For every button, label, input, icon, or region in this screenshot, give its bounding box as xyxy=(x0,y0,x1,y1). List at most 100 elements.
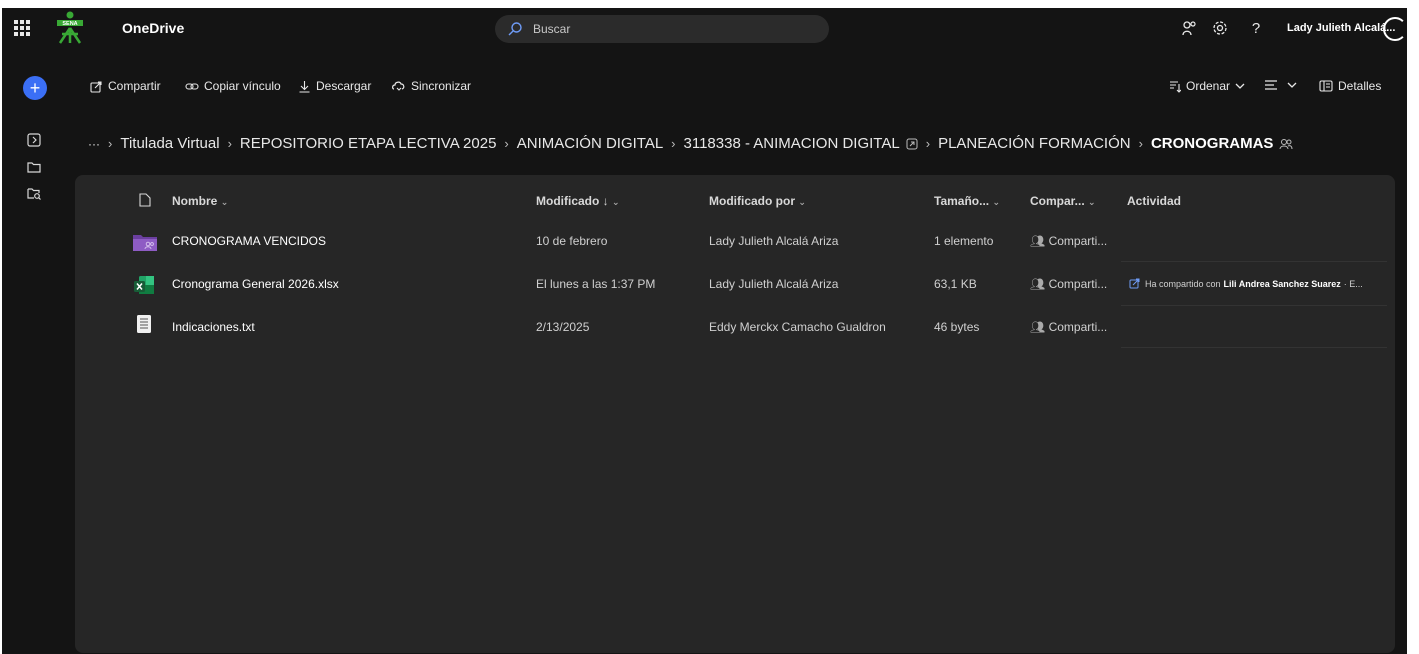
breadcrumb-item[interactable]: REPOSITORIO ETAPA LECTIVA 2025 xyxy=(240,135,497,152)
search-placeholder: Buscar xyxy=(533,22,571,36)
sharing-status[interactable]: 👥︎ Comparti... xyxy=(1030,234,1107,248)
column-activity-label: Actividad xyxy=(1127,194,1182,208)
download-button[interactable]: Descargar xyxy=(298,79,371,93)
modified-by[interactable]: Lady Julieth Alcalá Ariza xyxy=(709,234,838,248)
sharing-status[interactable]: 👥︎ Comparti... xyxy=(1030,277,1107,291)
sort-label: Ordenar xyxy=(1186,79,1231,93)
modified-by[interactable]: Eddy Merckx Camacho Gualdron xyxy=(709,320,886,334)
modified-date: 2/13/2025 xyxy=(536,320,590,334)
file-size: 46 bytes xyxy=(934,320,980,334)
activity-person[interactable]: Lili Andrea Sanchez Suarez xyxy=(1224,279,1341,289)
sharing-label: Comparti... xyxy=(1048,277,1108,291)
avatar[interactable] xyxy=(1383,17,1407,41)
share-button[interactable]: Compartir xyxy=(90,79,161,93)
browse-files-icon[interactable] xyxy=(26,185,42,201)
breadcrumb-current: CRONOGRAMAS xyxy=(1150,135,1274,152)
sync-label: Sincronizar xyxy=(411,79,472,93)
file-name[interactable]: Indicaciones.txt xyxy=(172,320,255,334)
chevron-down-icon: ⌄ xyxy=(798,197,806,207)
activity-divider xyxy=(1121,347,1387,348)
collapse-nav-icon[interactable] xyxy=(26,132,42,148)
chevron-down-icon: ⌄ xyxy=(1088,197,1096,207)
file-list: Nombre ⌄ Modificado ↓ ⌄ Modificado por ⌄… xyxy=(75,175,1395,653)
modified-date: 10 de febrero xyxy=(536,234,608,248)
modified-by[interactable]: Lady Julieth Alcalá Ariza xyxy=(709,277,838,291)
column-header-sharing[interactable]: Compar... ⌄ xyxy=(1030,194,1096,208)
sena-logo: SENA xyxy=(57,11,83,44)
link-icon xyxy=(185,82,199,90)
column-sharing-label: Compar... xyxy=(1030,194,1085,208)
breadcrumb-item[interactable]: 3118338 - ANIMACION DIGITAL xyxy=(684,135,900,152)
details-label: Detalles xyxy=(1338,79,1382,93)
breadcrumb-overflow[interactable]: ··· xyxy=(88,137,100,151)
top-bar: SENA OneDrive Buscar ? Lady Julieth Alca… xyxy=(2,8,1407,48)
breadcrumb-item[interactable]: PLANEACIÓN FORMACIÓN xyxy=(938,135,1131,152)
shortcut-icon xyxy=(906,138,918,149)
text-file-icon xyxy=(137,315,151,333)
shared-people-icon: 👥︎ xyxy=(1030,234,1046,248)
chevron-down-icon xyxy=(1235,83,1245,89)
modified-date: El lunes a las 1:37 PM xyxy=(536,277,656,291)
activity-prefix: Ha compartido con xyxy=(1145,278,1221,289)
help-icon[interactable]: ? xyxy=(1247,19,1265,37)
onedrive-window: SENA OneDrive Buscar ? Lady Julieth Alca… xyxy=(2,8,1407,654)
sharing-label: Comparti... xyxy=(1048,320,1108,334)
file-type-icon[interactable] xyxy=(139,193,151,207)
breadcrumb-chevron-icon: › xyxy=(1138,136,1143,151)
details-button[interactable]: Detalles xyxy=(1319,79,1381,93)
sort-descending-icon: ↓ xyxy=(602,194,609,208)
settings-gear-icon[interactable] xyxy=(1211,19,1229,37)
sync-button[interactable]: Sincronizar xyxy=(391,79,471,93)
column-header-size[interactable]: Tamaño... ⌄ xyxy=(934,194,1000,208)
file-size: 1 elemento xyxy=(934,234,994,248)
activity-suffix: · E... xyxy=(1343,278,1363,289)
sort-button[interactable]: Ordenar xyxy=(1169,79,1250,93)
breadcrumb: ··· › Titulada Virtual › REPOSITORIO ETA… xyxy=(88,135,1293,152)
view-options-button[interactable] xyxy=(1264,79,1302,91)
activity-entry[interactable]: Ha compartido con Lili Andrea Sanchez Su… xyxy=(1129,278,1363,289)
create-new-button[interactable]: + xyxy=(23,76,47,100)
breadcrumb-chevron-icon: › xyxy=(925,136,931,151)
column-modified-by-label: Modificado por xyxy=(709,194,795,208)
activity-divider xyxy=(1121,305,1387,306)
folder-nav-icon[interactable] xyxy=(26,159,42,175)
sharing-label: Comparti... xyxy=(1048,234,1108,248)
breadcrumb-chevron-icon: › xyxy=(671,136,676,151)
sort-icon xyxy=(1170,80,1181,93)
share-activity-icon xyxy=(1129,278,1140,289)
share-icon xyxy=(90,80,102,93)
download-icon xyxy=(299,80,310,93)
breadcrumb-chevron-icon: › xyxy=(108,136,113,151)
file-name[interactable]: CRONOGRAMA VENCIDOS xyxy=(172,234,326,248)
column-size-label: Tamaño... xyxy=(934,194,990,208)
column-modified-label: Modificado xyxy=(536,194,600,208)
column-header-modified-by[interactable]: Modificado por ⌄ xyxy=(709,194,806,208)
file-name[interactable]: Cronograma General 2026.xlsx xyxy=(172,277,339,291)
column-name-label: Nombre xyxy=(172,194,218,208)
search-icon xyxy=(508,22,522,36)
sharing-status[interactable]: 👥︎ Comparti... xyxy=(1030,320,1107,334)
app-launcher-icon[interactable] xyxy=(14,20,30,36)
share-label: Compartir xyxy=(108,79,161,93)
chevron-down-icon xyxy=(1287,82,1297,88)
breadcrumb-item[interactable]: Titulada Virtual xyxy=(120,135,219,152)
copy-link-button[interactable]: Copiar vínculo xyxy=(185,79,281,93)
column-header-modified[interactable]: Modificado ↓ ⌄ xyxy=(536,194,620,208)
app-title[interactable]: OneDrive xyxy=(122,20,184,36)
folder-icon xyxy=(133,235,157,251)
chevron-down-icon: ⌄ xyxy=(220,197,229,207)
column-header-name[interactable]: Nombre ⌄ xyxy=(172,194,228,208)
shared-people-icon: 👥︎ xyxy=(1030,277,1046,291)
shared-people-icon xyxy=(1279,138,1293,149)
shared-people-icon: 👥︎ xyxy=(1030,320,1046,334)
search-box[interactable]: Buscar xyxy=(495,15,829,43)
details-pane-icon xyxy=(1319,80,1333,92)
view-list-icon xyxy=(1265,80,1277,90)
copy-link-label: Copiar vínculo xyxy=(204,79,281,93)
breadcrumb-item[interactable]: ANIMACIÓN DIGITAL xyxy=(517,135,663,152)
breadcrumb-chevron-icon: › xyxy=(227,136,232,151)
user-name[interactable]: Lady Julieth Alcalá... xyxy=(1287,22,1395,34)
chevron-down-icon: ⌄ xyxy=(992,197,1001,207)
file-size: 63,1 KB xyxy=(934,277,977,291)
people-connect-icon[interactable] xyxy=(1180,19,1198,37)
